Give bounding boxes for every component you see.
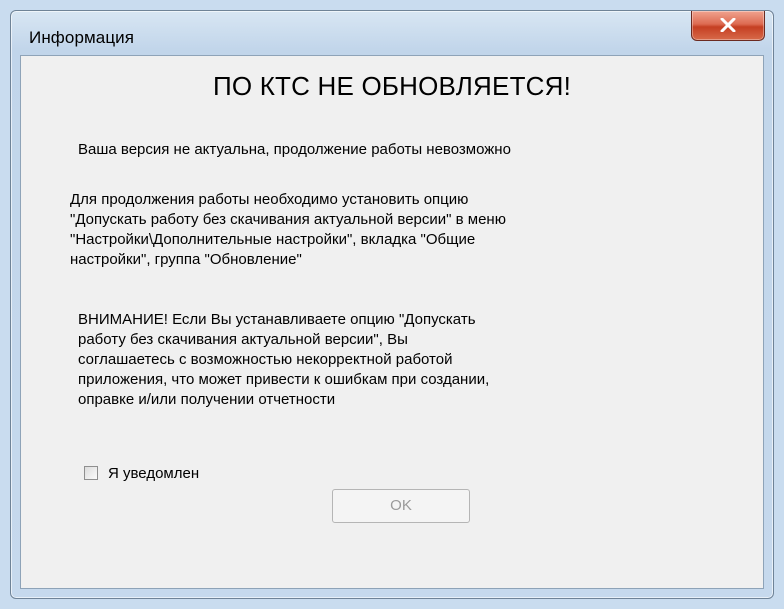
message-paragraph-2: Для продолжения работы необходимо устано… xyxy=(70,190,710,270)
message-paragraph-2-line: "Настройки\Дополнительные настройки", вк… xyxy=(70,231,476,248)
message-paragraph-1: Ваша версия не актуальна, продолжение ра… xyxy=(78,141,511,158)
notified-checkbox[interactable] xyxy=(84,466,98,480)
message-paragraph-2-line: настройки", группа "Обновление" xyxy=(70,251,302,268)
message-warning-line: работу без скачивания актуальной версии"… xyxy=(78,331,408,348)
message-warning-line: соглашаетесь с возможностью некорректной… xyxy=(78,351,453,368)
notified-checkbox-row[interactable]: Я уведомлен xyxy=(84,463,199,483)
message-paragraph-2-line: "Допускать работу без скачивания актуаль… xyxy=(70,211,506,228)
message-heading: ПО КТС НЕ ОБНОВЛЯЕТСЯ! xyxy=(212,71,572,101)
close-icon xyxy=(720,18,736,32)
message-paragraph-2-line: Для продолжения работы необходимо устано… xyxy=(70,191,469,208)
window-title: Информация xyxy=(29,28,135,47)
message-warning-line: ВНИМАНИЕ! Если Вы устанавливаете опцию "… xyxy=(78,311,476,328)
close-button[interactable] xyxy=(691,11,765,41)
message-warning-line: оправке и/или получении отчетности xyxy=(78,391,336,408)
title-bar[interactable]: Информация xyxy=(11,11,773,55)
message-warning-line: приложения, что может привести к ошибкам… xyxy=(78,371,490,388)
message-warning: ВНИМАНИЕ! Если Вы устанавливаете опцию "… xyxy=(78,310,678,410)
ok-button[interactable]: OK xyxy=(332,489,470,523)
notified-checkbox-label[interactable]: Я уведомлен xyxy=(108,465,199,482)
